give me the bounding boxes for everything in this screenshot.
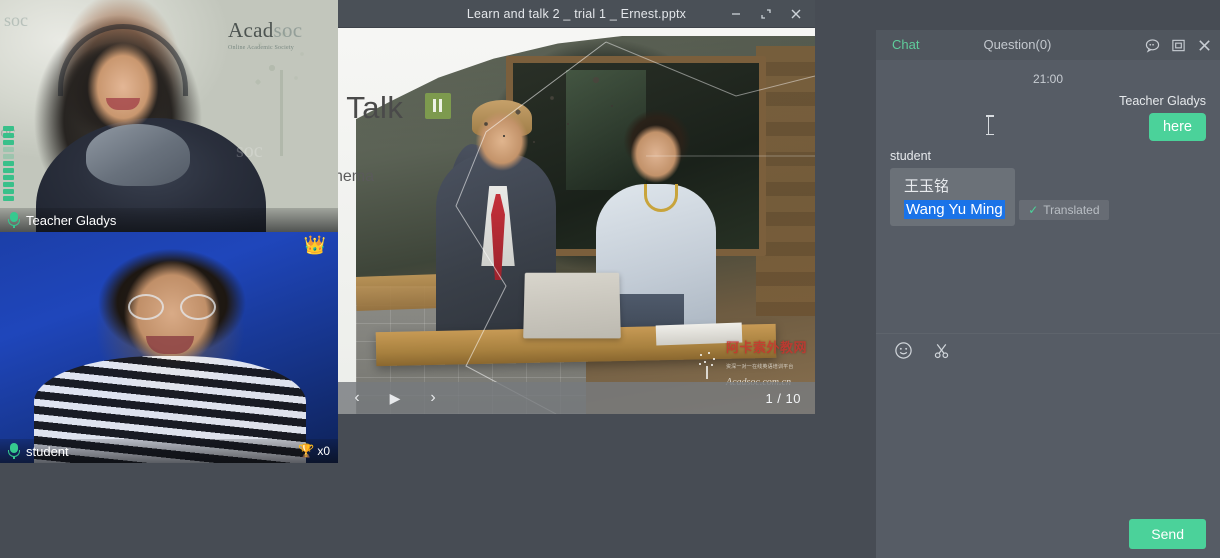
microphone-icon <box>8 443 20 459</box>
audio-bar <box>3 189 14 194</box>
audio-bar <box>3 175 14 180</box>
chat-bubble-icon[interactable] <box>1142 35 1162 55</box>
watermark-chinese-label: 阿卡索外教网 <box>726 340 807 355</box>
crown-icon: 👑 <box>302 234 328 256</box>
page-indicator: 1 / 10 <box>765 391 815 406</box>
teacher-name-label: Teacher Gladys <box>26 213 116 228</box>
teacher-video-background: soc soc Acadsoc Online Academic Society … <box>0 0 338 232</box>
emoji-icon[interactable] <box>892 340 914 362</box>
student-video-background <box>0 232 338 463</box>
slide-title-text: d Talk <box>338 90 403 125</box>
acadsoc-watermark-mid: soc <box>236 140 263 163</box>
audio-bar <box>3 154 14 159</box>
presentation-title-bar[interactable]: Learn and talk 2 _ trial 1 _ Ernest.pptx <box>338 0 815 28</box>
message-sender-label: student <box>890 149 1206 163</box>
message-text-chinese: 王玉铭 <box>904 175 1005 196</box>
message-student: student 王玉铭 Wang Yu Ming ✓ Translated <box>890 149 1206 226</box>
chat-header-icons <box>1142 30 1214 60</box>
chat-input[interactable] <box>876 367 1220 510</box>
message-text-english: Wang Yu Ming <box>904 200 1005 219</box>
message-sender-label: Teacher Gladys <box>890 94 1206 108</box>
audio-bar <box>3 168 14 173</box>
app-root: soc soc Acadsoc Online Academic Society … <box>0 0 1220 558</box>
close-button[interactable] <box>781 0 811 28</box>
video-column: soc soc Acadsoc Online Academic Society … <box>0 0 338 463</box>
minimize-button[interactable] <box>721 0 751 28</box>
tree-logo-icon <box>693 350 721 380</box>
student-name-label: student <box>26 444 69 459</box>
message-bubble[interactable]: 王玉铭 Wang Yu Ming <box>890 168 1015 226</box>
check-icon: ✓ <box>1028 203 1038 217</box>
audio-bar <box>3 140 14 145</box>
teacher-scarf <box>86 124 190 186</box>
next-slide-button[interactable]: › <box>414 382 452 414</box>
window-controls <box>721 0 811 28</box>
audio-bar <box>3 126 14 131</box>
chat-footer: Send <box>876 510 1220 558</box>
chat-timestamp: 21:00 <box>890 72 1206 86</box>
glasses-icon <box>128 294 216 316</box>
play-button[interactable]: ▶ <box>376 382 414 414</box>
send-button[interactable]: Send <box>1129 519 1206 549</box>
laptop <box>523 273 621 339</box>
acadsoc-logo: Acadsoc Online Academic Society <box>228 18 302 51</box>
tree-trunk <box>280 70 283 156</box>
teacher-audio-level-meter <box>3 126 14 201</box>
acadsoc-logo-tagline: Online Academic Society <box>228 45 302 51</box>
audio-bar <box>3 133 14 138</box>
presentation-window: Learn and talk 2 _ trial 1 _ Ernest.pptx <box>338 0 815 414</box>
maximize-button[interactable] <box>751 0 781 28</box>
chat-panel: Chat Question(0) <box>876 30 1220 558</box>
translated-badge: ✓ Translated <box>1019 200 1108 220</box>
slide-stage[interactable]: 阿卡索外教网 资深一对一在线英语培训平台 Acadsoc.com.cn d Ta… <box>338 28 815 414</box>
dock-window-icon[interactable] <box>1168 35 1188 55</box>
chat-header: Chat Question(0) <box>876 30 1220 60</box>
chat-toolbar <box>876 333 1220 367</box>
microphone-icon <box>8 212 20 228</box>
presentation-title: Learn and talk 2 _ trial 1 _ Ernest.pptx <box>467 7 686 21</box>
audio-bar <box>3 182 14 187</box>
trophy-icon: 🏆 <box>298 443 314 459</box>
close-icon[interactable] <box>1194 35 1214 55</box>
audio-bar <box>3 147 14 152</box>
previous-slide-button[interactable]: ‹ <box>338 382 376 414</box>
watermark-chinese-sub: 资深一对一在线英语培训平台 <box>726 364 794 370</box>
acadsoc-watermark-top: soc <box>4 10 28 31</box>
teacher-name-bar: Teacher Gladys <box>0 208 338 232</box>
chat-message-list[interactable]: 21:00 Teacher Gladys here student 王玉铭 Wa… <box>876 60 1220 333</box>
translated-label: Translated <box>1043 203 1099 217</box>
acadsoc-logo-soc: soc <box>274 18 303 42</box>
scissors-icon[interactable] <box>930 340 952 362</box>
message-bubble[interactable]: here <box>1149 113 1206 141</box>
slide-subtitle: nema <box>338 168 374 186</box>
student-video-tile[interactable]: 👑 student 🏆 x0 <box>0 232 338 463</box>
audio-bar <box>3 196 14 201</box>
headset-icon <box>58 24 188 96</box>
woman-head <box>628 122 684 186</box>
message-teacher: Teacher Gladys here <box>890 94 1206 141</box>
tab-question[interactable]: Question(0) <box>967 30 1067 60</box>
text-cursor <box>988 116 989 134</box>
trophy-counter: 🏆 x0 <box>298 443 330 459</box>
teacher-video-tile[interactable]: soc soc Acadsoc Online Academic Society … <box>0 0 338 232</box>
trophy-count-label: x0 <box>317 444 330 458</box>
man-head <box>474 108 530 174</box>
slide-title: d Talk <box>338 90 451 126</box>
student-name-bar: student 🏆 x0 <box>0 439 338 463</box>
tab-chat[interactable]: Chat <box>876 30 935 60</box>
slide-canvas: 阿卡索外教网 资深一对一在线英语培训平台 Acadsoc.com.cn d Ta… <box>338 28 815 414</box>
audio-bar <box>3 161 14 166</box>
acadsoc-logo-main: Acad <box>228 18 274 42</box>
slide-control-bar: ‹ ▶ › 1 / 10 <box>338 382 815 414</box>
pause-icon[interactable] <box>425 93 451 119</box>
